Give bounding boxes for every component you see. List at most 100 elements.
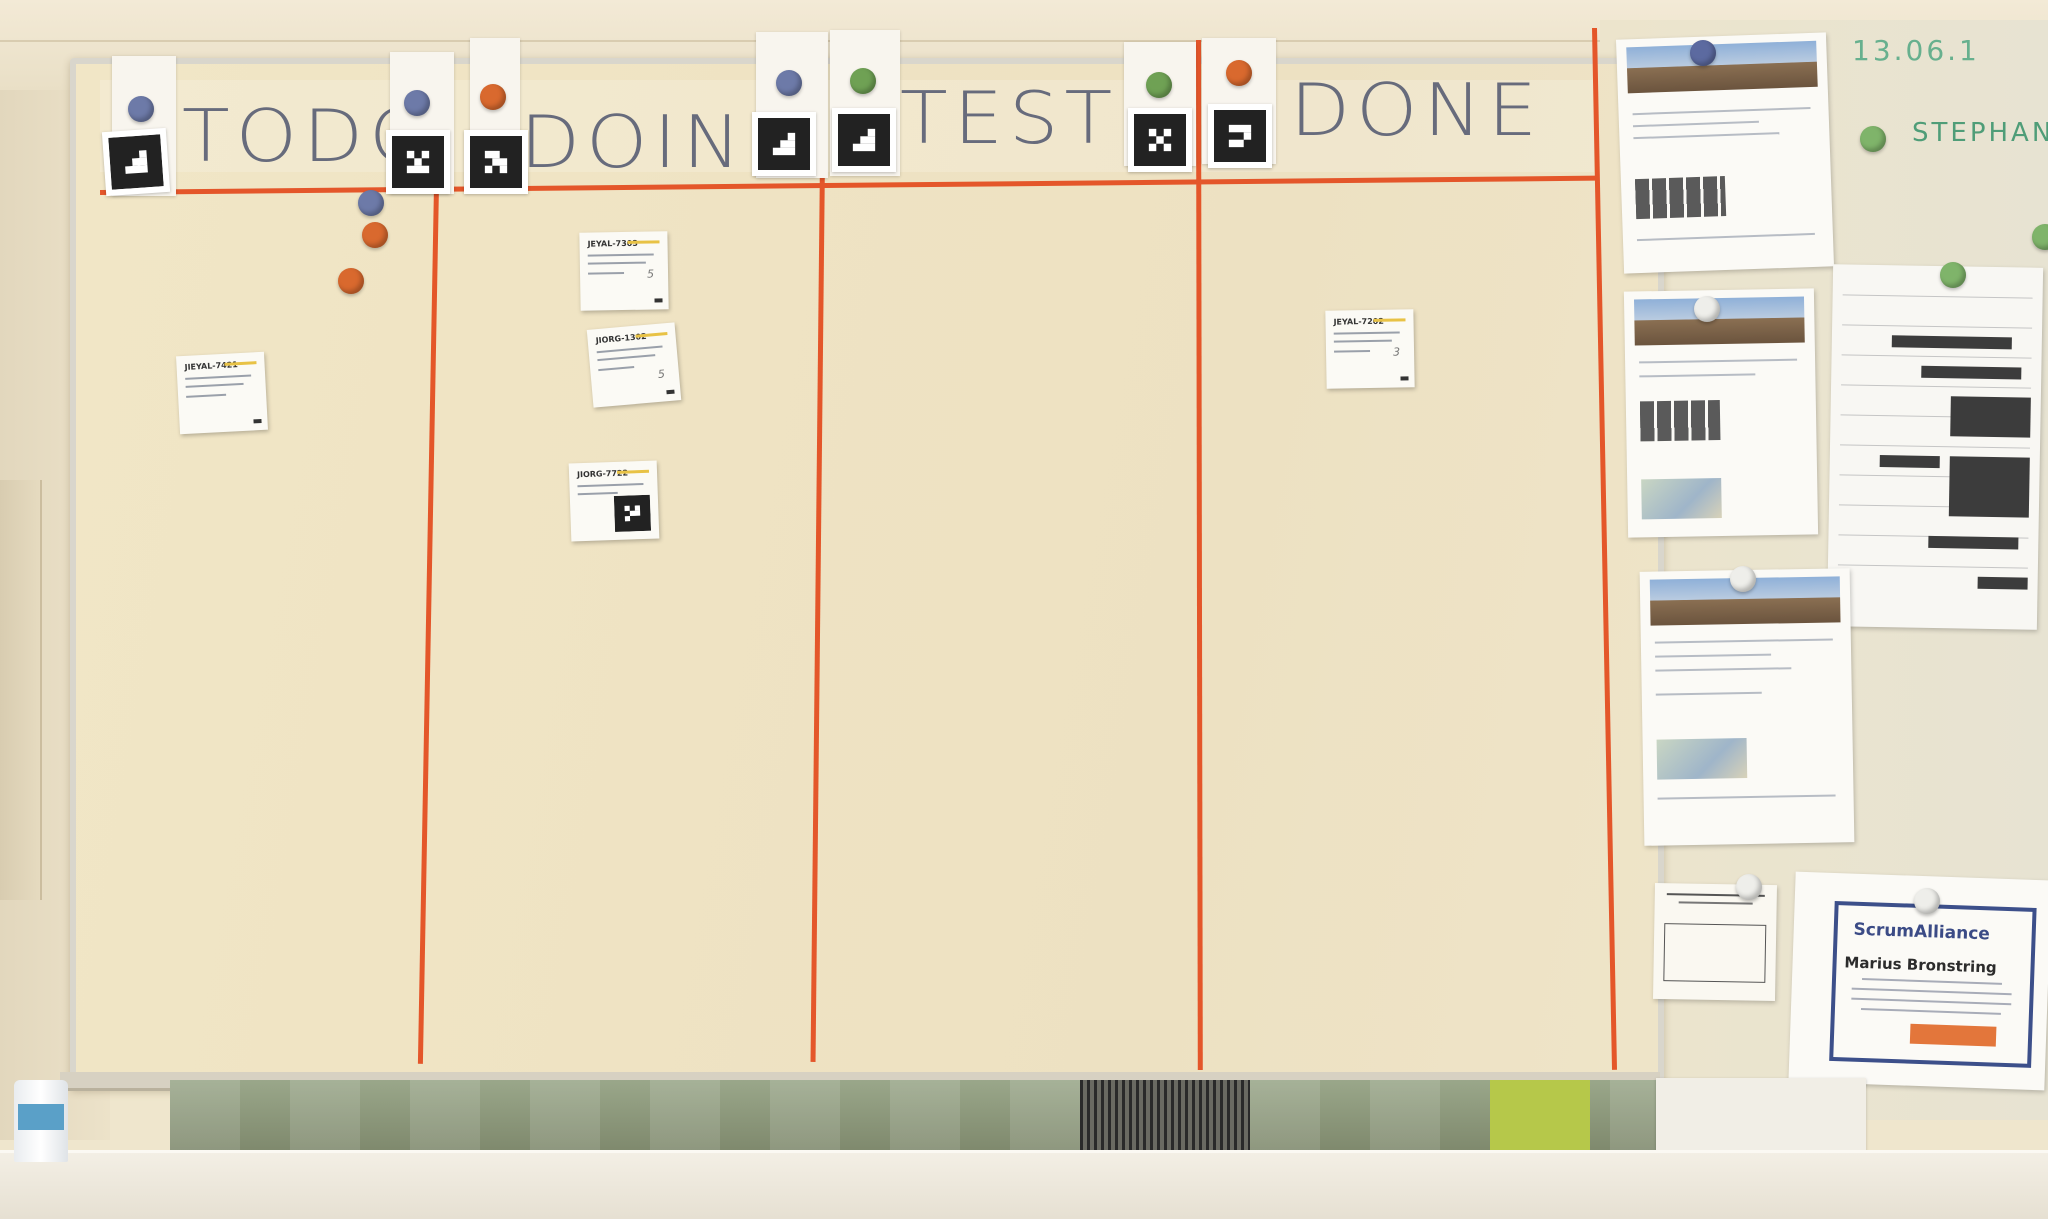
cabinet xyxy=(0,480,42,900)
magnet-icon xyxy=(1730,566,1756,592)
bottle-label xyxy=(18,1104,64,1130)
printout-map xyxy=(1641,478,1722,520)
column-label-done: DONE xyxy=(1290,69,1544,153)
schedule-bar xyxy=(1879,455,1940,469)
fiducial-marker-icon xyxy=(1128,108,1192,172)
printout-line xyxy=(1636,232,1815,242)
card-line xyxy=(588,271,625,275)
magnet-icon xyxy=(1914,888,1940,914)
card-line xyxy=(186,393,227,398)
fiducial-marker-icon xyxy=(386,130,450,194)
schedule-bar xyxy=(1948,456,2030,518)
handwritten-date: 13.06.1 xyxy=(1852,34,1980,67)
card-stripe xyxy=(627,240,660,244)
card-line xyxy=(598,365,635,372)
card-stripe xyxy=(1373,318,1406,322)
column-label-test: TEST xyxy=(900,77,1119,161)
website-printout xyxy=(1623,288,1819,538)
magnet-icon xyxy=(776,70,802,96)
printout-line xyxy=(1633,132,1780,140)
magnet-icon xyxy=(1146,72,1172,98)
fiducial-marker-icon xyxy=(464,130,528,194)
printout-photo xyxy=(1634,296,1805,346)
shelf xyxy=(0,1150,2048,1219)
card-line xyxy=(587,253,654,257)
kanban-board xyxy=(70,58,1664,1090)
card-line xyxy=(1333,339,1392,343)
schedule-row xyxy=(1840,444,2031,449)
card-line xyxy=(577,491,618,496)
fiducial-marker-icon xyxy=(1208,104,1272,168)
printout-line xyxy=(1654,638,1833,644)
printout-photo xyxy=(1626,40,1818,94)
magnet-icon xyxy=(128,96,154,122)
schedule-bar xyxy=(1977,576,2028,590)
magnet-icon xyxy=(362,222,388,248)
card-logo xyxy=(654,298,663,303)
printout-line xyxy=(1655,667,1792,672)
magnet-icon xyxy=(480,84,506,110)
office-view-through-gap xyxy=(170,1080,1660,1156)
magnet-icon xyxy=(1736,874,1762,900)
fiducial-marker-icon xyxy=(613,494,652,532)
fiducial-marker-icon xyxy=(101,127,171,197)
printout-line xyxy=(1655,691,1762,696)
printout-line xyxy=(1639,373,1756,378)
schedule-printout xyxy=(1826,264,2044,630)
card-line xyxy=(597,354,656,362)
handwritten-name: STEPHAN xyxy=(1912,118,2048,148)
task-card-doing[interactable]: JIORG-7722 xyxy=(568,460,660,542)
window-panes xyxy=(170,1080,1660,1156)
card-estimate: 5 xyxy=(657,367,666,381)
cartoon-printout xyxy=(1652,882,1778,1002)
schedule-row xyxy=(1841,354,2032,359)
card-stripe xyxy=(616,469,650,474)
schedule-row xyxy=(1837,564,2028,569)
card-stripe xyxy=(224,361,257,366)
cartoon-title-line xyxy=(1678,901,1753,905)
task-card-doing[interactable]: JEYAL-7303 5 xyxy=(579,231,669,311)
printout-map xyxy=(1656,738,1748,780)
card-estimate: 3 xyxy=(1392,345,1401,359)
card-logo xyxy=(253,418,262,424)
card-estimate: 5 xyxy=(646,267,655,281)
schedule-bar xyxy=(1928,535,2019,550)
printout-line xyxy=(1632,120,1759,128)
task-card-todo[interactable]: JIEYAL-7421 xyxy=(176,351,268,435)
card-line xyxy=(587,261,646,265)
schedule-row xyxy=(1841,384,2032,389)
card-line xyxy=(1333,331,1400,335)
website-printout xyxy=(1639,568,1855,846)
printout-thumbnails xyxy=(1634,176,1727,220)
magnet-icon xyxy=(1690,40,1716,66)
printout-thumbnails xyxy=(1639,400,1721,442)
card-logo xyxy=(666,389,675,395)
cartoon-panel xyxy=(1663,923,1767,983)
card-line xyxy=(185,382,244,388)
schedule-bar xyxy=(1921,365,2022,380)
magnet-icon xyxy=(338,268,364,294)
fiducial-marker-icon xyxy=(752,112,816,176)
card-logo xyxy=(1400,376,1409,381)
task-card-doing[interactable]: JIORG-1302 5 xyxy=(586,322,682,408)
green-partition xyxy=(1490,1080,1590,1156)
certificate-seal xyxy=(1909,1023,1997,1047)
website-printout xyxy=(1615,32,1835,274)
fiducial-marker-icon xyxy=(832,108,896,172)
magnet-icon xyxy=(358,190,384,216)
schedule-row xyxy=(1842,294,2033,299)
office-chair xyxy=(1080,1080,1250,1156)
printout-line xyxy=(1632,106,1811,116)
card-line xyxy=(185,374,252,380)
printout-line xyxy=(1657,794,1836,800)
magnet-icon xyxy=(850,68,876,94)
whiteboard-cleaner-bottle xyxy=(14,1080,68,1162)
magnet-icon xyxy=(404,90,430,116)
magnet-icon xyxy=(1226,60,1252,86)
printout-line xyxy=(1639,358,1798,364)
card-line xyxy=(596,345,663,354)
task-card-done[interactable]: JEYAL-7202 3 xyxy=(1325,309,1415,389)
printout-line xyxy=(1655,653,1772,658)
card-line xyxy=(1334,349,1371,353)
schedule-bar xyxy=(1891,335,2012,350)
